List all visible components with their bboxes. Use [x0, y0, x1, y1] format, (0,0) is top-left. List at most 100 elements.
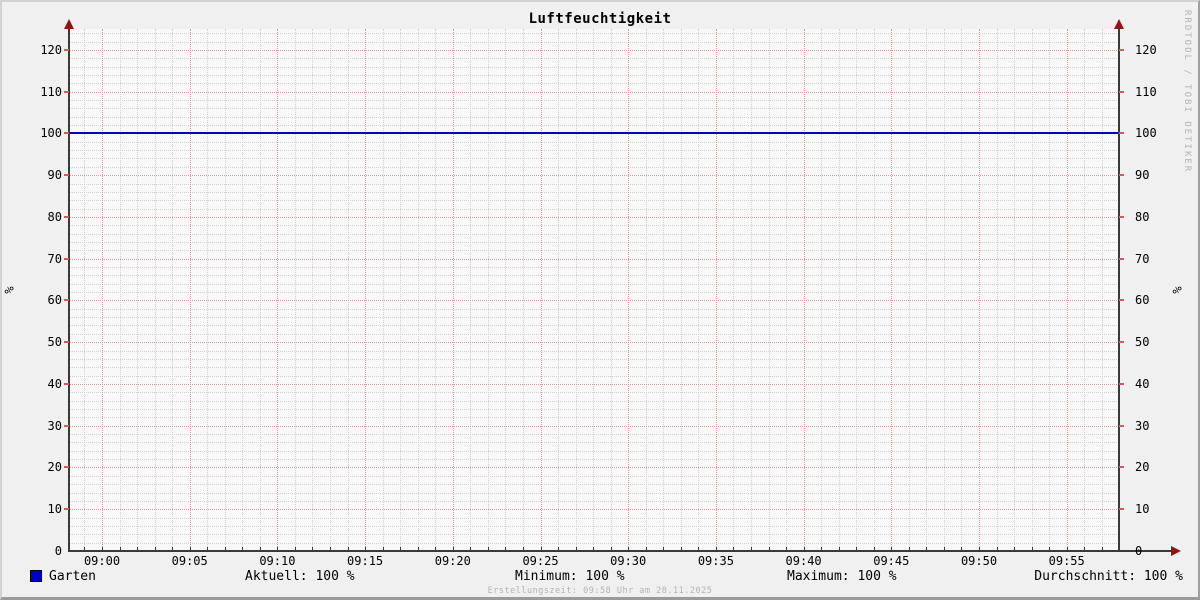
x-tick-label: 09:40: [774, 555, 834, 568]
y-major-tick-right: [1119, 508, 1124, 510]
x-minor-tick: [874, 547, 875, 550]
x-tick-label: 09:00: [72, 555, 132, 568]
major-gridline-v: [365, 29, 366, 551]
major-gridline-v: [804, 29, 805, 551]
x-minor-tick: [663, 547, 664, 550]
minor-gridline-v: [400, 29, 401, 551]
y-tick-label-left: 0: [20, 544, 62, 558]
minor-gridline-v: [733, 29, 734, 551]
x-tick-label: 09:45: [861, 555, 921, 568]
y-major-tick-right: [1119, 49, 1124, 51]
x-minor-tick: [295, 547, 296, 550]
stat-aktuell: Aktuell: 100 %: [245, 569, 355, 584]
y-major-tick-left: [64, 258, 69, 260]
y-tick-label-right: 80: [1135, 210, 1177, 224]
minor-gridline-v: [84, 29, 85, 551]
x-minor-tick: [769, 547, 770, 550]
major-gridline-h: [69, 175, 1119, 176]
major-gridline-v: [102, 29, 103, 551]
x-minor-tick: [979, 547, 980, 550]
y-tick-label-left: 40: [20, 377, 62, 391]
major-gridline-v: [541, 29, 542, 551]
major-gridline-h: [69, 300, 1119, 301]
y-major-tick-right: [1119, 383, 1124, 385]
minor-gridline-v: [821, 29, 822, 551]
x-minor-tick: [1014, 547, 1015, 550]
minor-gridline-v: [137, 29, 138, 551]
x-minor-tick: [839, 547, 840, 550]
y-tick-label-left: 70: [20, 252, 62, 266]
y-tick-label-right: 30: [1135, 419, 1177, 433]
major-gridline-v: [979, 29, 980, 551]
x-minor-tick: [944, 547, 945, 550]
y-major-tick-left: [64, 425, 69, 427]
stat-maximum: Maximum: 100 %: [787, 569, 897, 584]
stat-minimum: Minimum: 100 %: [515, 569, 625, 584]
y-tick-label-left: 80: [20, 210, 62, 224]
y-tick-label-right: 100: [1135, 126, 1177, 140]
minor-gridline-v: [769, 29, 770, 551]
x-minor-tick: [1032, 547, 1033, 550]
y-tick-label-left: 30: [20, 419, 62, 433]
minor-gridline-v: [418, 29, 419, 551]
minor-gridline-v: [1032, 29, 1033, 551]
minor-gridline-v: [786, 29, 787, 551]
y-axis-right: [1118, 25, 1120, 552]
creation-timestamp: Erstellungszeit: 09:58 Uhr am 28.11.2025: [2, 586, 1198, 596]
x-minor-tick: [435, 547, 436, 550]
minor-gridline-v: [593, 29, 594, 551]
x-minor-tick: [84, 547, 85, 550]
major-gridline-v: [453, 29, 454, 551]
major-gridline-h: [69, 384, 1119, 385]
x-minor-tick: [611, 547, 612, 550]
major-gridline-h: [69, 92, 1119, 93]
y-major-tick-right: [1119, 466, 1124, 468]
y-major-tick-left: [64, 299, 69, 301]
x-minor-tick: [102, 547, 103, 550]
x-minor-tick: [541, 547, 542, 550]
x-minor-tick: [698, 547, 699, 550]
y-tick-label-left: 10: [20, 502, 62, 516]
minor-gridline-v: [698, 29, 699, 551]
y-axis-arrow-right: [1114, 19, 1124, 29]
y-major-tick-right: [1119, 258, 1124, 260]
y-tick-label-right: 110: [1135, 85, 1177, 99]
y-tick-label-left: 110: [20, 85, 62, 99]
minor-gridline-v: [155, 29, 156, 551]
y-major-tick-right: [1119, 341, 1124, 343]
x-axis: [68, 550, 1172, 552]
y-tick-label-right: 10: [1135, 502, 1177, 516]
y-tick-label-right: 60: [1135, 293, 1177, 307]
x-minor-tick: [558, 547, 559, 550]
minor-gridline-v: [1102, 29, 1103, 551]
major-gridline-v: [1067, 29, 1068, 551]
x-minor-tick: [576, 547, 577, 550]
minor-gridline-v: [260, 29, 261, 551]
minor-gridline-v: [505, 29, 506, 551]
x-minor-tick: [1084, 547, 1085, 550]
y-tick-label-right: 40: [1135, 377, 1177, 391]
x-minor-tick: [418, 547, 419, 550]
x-minor-tick: [716, 547, 717, 550]
chart-canvas: [69, 29, 1119, 551]
x-minor-tick: [190, 547, 191, 550]
minor-gridline-v: [348, 29, 349, 551]
y-tick-label-right: 70: [1135, 252, 1177, 266]
x-tick-label: 09:10: [247, 555, 307, 568]
minor-gridline-v: [751, 29, 752, 551]
minor-gridline-v: [997, 29, 998, 551]
x-minor-tick: [505, 547, 506, 550]
minor-gridline-v: [839, 29, 840, 551]
x-minor-tick: [856, 547, 857, 550]
x-minor-tick: [909, 547, 910, 550]
minor-gridline-v: [663, 29, 664, 551]
x-minor-tick: [488, 547, 489, 550]
x-tick-label: 09:55: [1037, 555, 1097, 568]
minor-gridline-v: [295, 29, 296, 551]
y-axis-unit-right: %: [1171, 286, 1185, 293]
minor-gridline-v: [611, 29, 612, 551]
y-major-tick-left: [64, 49, 69, 51]
x-minor-tick: [804, 547, 805, 550]
y-tick-label-left: 20: [20, 460, 62, 474]
y-tick-label-right: 20: [1135, 460, 1177, 474]
